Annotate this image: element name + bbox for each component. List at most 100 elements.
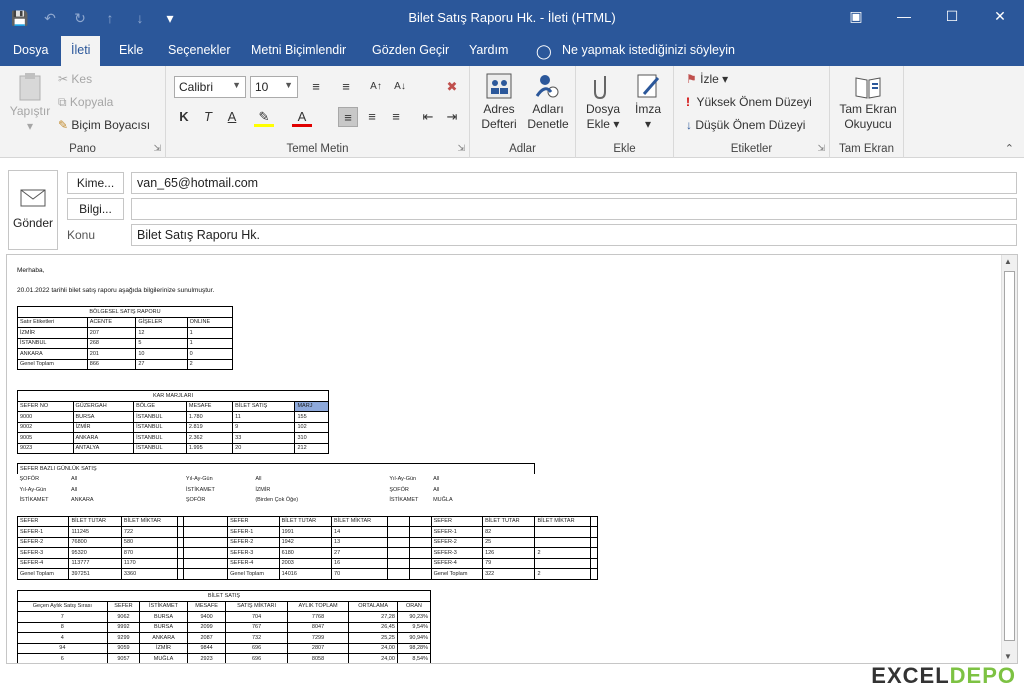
- table-row: Genel Toplam 397251 3360 Genel Toplam 14016 7…: [16, 568, 598, 580]
- tab-yardim[interactable]: Yardım: [469, 43, 508, 57]
- decrease-indent-icon[interactable]: ⇤: [418, 107, 438, 127]
- increase-indent-icon[interactable]: ⇥: [442, 107, 462, 127]
- cc-field[interactable]: [131, 198, 1017, 220]
- copy-button[interactable]: ⧉ Kopyala: [58, 95, 113, 110]
- tab-secenekler[interactable]: Seçenekler: [168, 43, 231, 57]
- scroll-up-icon[interactable]: ▲: [1004, 257, 1012, 266]
- table-cell: 27: [135, 358, 188, 370]
- align-left-icon[interactable]: ≡: [338, 107, 358, 127]
- ticket-sales-table: BİLET SATIŞ Geçen Aylık Satış Sırası SEFER…: [17, 590, 432, 663]
- grow-font-icon[interactable]: A↑: [366, 77, 386, 97]
- table-cell: 11: [232, 411, 296, 423]
- dialog-launcher-icon[interactable]: ⇲: [153, 143, 161, 154]
- table-cell: 9844: [186, 642, 227, 654]
- table-cell: 9400: [186, 611, 227, 623]
- subject-field[interactable]: Bilet Satış Raporu Hk.: [131, 224, 1017, 246]
- cc-button[interactable]: Bilgi...: [67, 198, 124, 220]
- bullets-icon[interactable]: ≡: [306, 77, 326, 97]
- close-button[interactable]: ✕: [976, 0, 1024, 34]
- align-right-icon[interactable]: ≡: [386, 107, 406, 127]
- filter-value: All: [255, 476, 262, 483]
- scissors-icon: ✂: [58, 72, 69, 86]
- filter-label: ŞOFÖR: [389, 486, 409, 493]
- watermark-logo: EXCELDEPO: [871, 663, 1016, 688]
- immersive-reader-icon: [855, 77, 881, 99]
- column-header: ORAN: [396, 600, 432, 612]
- group-temel-metin: Calibri ▼ 10 ▼ ≡ ≡ A↑ A↓ ✖ K T A ✎ A ≡ ≡ ≡…: [166, 66, 470, 158]
- high-importance-button[interactable]: ! Yüksek Önem Düzeyi: [686, 95, 812, 110]
- column-header: SATIŞ MİKTARI: [225, 600, 288, 612]
- dialog-launcher-icon[interactable]: ⇲: [457, 143, 465, 154]
- empty-cell: [590, 526, 598, 538]
- table-cell: 24,00: [348, 653, 398, 663]
- numbering-icon[interactable]: ≡: [336, 77, 356, 97]
- font-color-icon[interactable]: A: [292, 107, 312, 127]
- collapse-ribbon-icon[interactable]: ⌃: [1005, 142, 1014, 155]
- format-painter-button[interactable]: ✎ Biçim Boyacısı: [58, 118, 150, 133]
- clear-formatting-icon[interactable]: ✖: [442, 77, 462, 97]
- check-names-button[interactable]: Adları Denetle: [524, 72, 572, 132]
- tab-dosya[interactable]: Dosya: [13, 43, 48, 57]
- dialog-launcher-icon[interactable]: ⇲: [817, 143, 825, 154]
- vertical-scrollbar[interactable]: ▲ ▼: [1001, 255, 1017, 663]
- column-header: SEFER: [106, 600, 141, 612]
- table-cell: [534, 526, 592, 538]
- empty-cell: [408, 515, 432, 527]
- table-cell: 9023: [17, 442, 74, 454]
- table-title-row: BÖLGESEL SATIŞ RAPORU: [17, 306, 233, 318]
- table-cell: SEFER-1: [430, 526, 484, 538]
- tab-gozden-gecir[interactable]: Gözden Geçir: [372, 43, 449, 57]
- message-body[interactable]: Merhaba, 20.01.2022 tarihli bilet satış …: [6, 254, 1018, 664]
- title-bar: 💾 ↶ ↻ ↑ ↓ ▾ Bilet Satış Raporu Hk. - İle…: [0, 0, 1024, 36]
- table-header-row: Satır Etiketleri ACENTE GİŞELER ONLINE: [17, 316, 234, 328]
- font-size-select[interactable]: 10 ▼: [250, 76, 298, 98]
- address-book-button[interactable]: Adres Defteri: [476, 72, 522, 132]
- send-button[interactable]: Gönder: [8, 170, 58, 250]
- group-label-pano: Pano: [69, 143, 96, 155]
- table-header-row: SEFER NO GÜZERGAH BÖLGE MESAFE BİLET SATIŞ MA…: [17, 400, 329, 412]
- table-row: Genel Toplam 866 27 2: [17, 358, 234, 370]
- immersive-reader-button[interactable]: Tam Ekran Okuyucu: [834, 72, 902, 132]
- tab-ileti[interactable]: İleti: [61, 36, 101, 66]
- scroll-thumb[interactable]: [1004, 271, 1015, 641]
- font-name-select[interactable]: Calibri ▼: [174, 76, 246, 98]
- table-cell: 7: [17, 611, 108, 623]
- bold-icon[interactable]: K: [174, 107, 194, 127]
- italic-icon[interactable]: T: [198, 107, 218, 127]
- follow-up-button[interactable]: ⚑ İzle ▾: [686, 72, 728, 87]
- scroll-down-icon[interactable]: ▼: [1004, 652, 1012, 661]
- tab-ekle[interactable]: Ekle: [119, 43, 143, 57]
- attach-file-button[interactable]: Dosya Ekle ▾: [582, 72, 624, 132]
- table-cell: 696: [225, 653, 288, 663]
- low-importance-button[interactable]: ↓ Düşük Önem Düzeyi: [686, 118, 805, 133]
- table-cell: 212: [294, 442, 329, 454]
- maximize-button[interactable]: ☐: [928, 0, 976, 34]
- filter-row: İSTİKAMET ANKARA ŞOFÖR (Birden Çok Öğe) İSTİ…: [18, 495, 598, 506]
- table-cell: 397251: [68, 568, 122, 580]
- table-cell: 322: [482, 568, 536, 580]
- filter-value: All: [433, 476, 440, 483]
- table-cell: 9,54%: [396, 621, 432, 633]
- cut-button[interactable]: ✂ Kes: [58, 72, 92, 87]
- highlight-icon[interactable]: ✎: [254, 107, 274, 127]
- paste-button[interactable]: Yapıştır ▾: [6, 72, 54, 134]
- table-title-row: SEFER BAZLI GÜNLÜK SATIŞ: [16, 463, 598, 474]
- table-cell: 24,00: [348, 642, 398, 654]
- to-field[interactable]: van_65@hotmail.com: [131, 172, 1017, 194]
- to-button[interactable]: Kime...: [67, 172, 124, 194]
- tell-me-search[interactable]: Ne yapmak istediğinizi söyleyin: [562, 43, 735, 57]
- minimize-button[interactable]: —: [880, 0, 928, 34]
- filter-label: Yıl-Ay-Gün: [185, 476, 213, 483]
- ribbon-display-icon[interactable]: ▣: [832, 0, 880, 34]
- filter-label: ŞOFÖR: [185, 497, 206, 504]
- table-cell: 95320: [68, 547, 122, 559]
- table-cell: İSTANBUL: [133, 421, 187, 433]
- signature-button[interactable]: İmza ▾: [628, 72, 668, 132]
- align-center-icon[interactable]: ≡: [362, 107, 382, 127]
- table-cell: 94: [17, 642, 108, 654]
- column-header: BİLET TUTAR: [482, 515, 536, 527]
- filter-row: Yıl-Ay-Gün All İSTİKAMET İZMİR ŞOFÖR All: [18, 485, 598, 496]
- underline-icon[interactable]: A: [222, 107, 242, 127]
- shrink-font-icon[interactable]: A↓: [390, 77, 410, 97]
- tab-metni-bicimlendir[interactable]: Metni Biçimlendir: [251, 43, 346, 57]
